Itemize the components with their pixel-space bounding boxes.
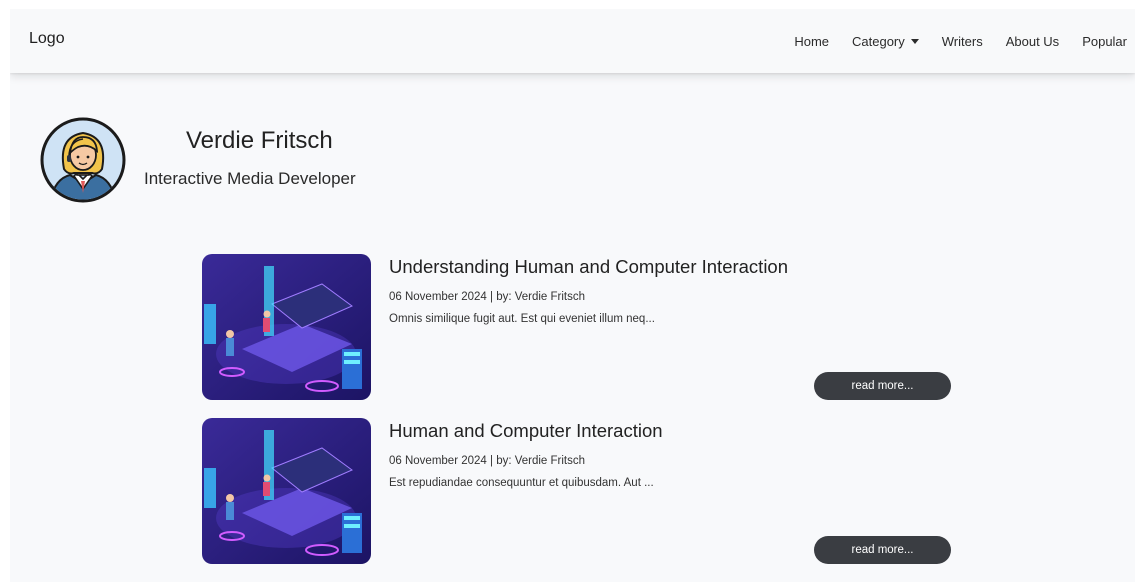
profile-role: Interactive Media Developer bbox=[144, 169, 356, 188]
brand-logo[interactable]: Logo bbox=[29, 30, 65, 48]
article-card: Human and Computer Interaction 06 Novemb… bbox=[202, 418, 962, 566]
navbar: Logo Home Category Writers About Us Popu… bbox=[10, 9, 1135, 73]
read-more-button[interactable]: read more... bbox=[814, 536, 951, 564]
article-card: Understanding Human and Computer Interac… bbox=[202, 254, 962, 402]
nav-popular[interactable]: Popular bbox=[1082, 34, 1127, 49]
article-title[interactable]: Human and Computer Interaction bbox=[389, 420, 663, 442]
read-more-button[interactable]: read more... bbox=[814, 372, 951, 400]
woman-avatar-icon bbox=[40, 117, 126, 203]
article-title[interactable]: Understanding Human and Computer Interac… bbox=[389, 256, 788, 278]
nav-home[interactable]: Home bbox=[794, 34, 829, 49]
nav-writers[interactable]: Writers bbox=[942, 34, 983, 49]
nav-category-label: Category bbox=[852, 33, 905, 49]
article-excerpt: Est repudiandae consequuntur et quibusda… bbox=[389, 477, 654, 489]
article-thumbnail[interactable] bbox=[202, 418, 371, 564]
nav-links: Home Category Writers About Us Popular bbox=[771, 9, 1127, 73]
nav-category-dropdown[interactable]: Category bbox=[852, 34, 919, 49]
profile-name: Verdie Fritsch bbox=[186, 127, 333, 154]
article-meta: 06 November 2024 | by: Verdie Fritsch bbox=[389, 455, 586, 467]
article-thumbnail[interactable] bbox=[202, 254, 371, 400]
page: Logo Home Category Writers About Us Popu… bbox=[10, 9, 1135, 582]
article-meta: 06 November 2024 | by: Verdie Fritsch bbox=[389, 291, 586, 303]
nav-about-us[interactable]: About Us bbox=[1006, 34, 1059, 49]
article-excerpt: Omnis similique fugit aut. Est qui eveni… bbox=[389, 313, 655, 325]
caret-down-icon bbox=[910, 38, 919, 44]
